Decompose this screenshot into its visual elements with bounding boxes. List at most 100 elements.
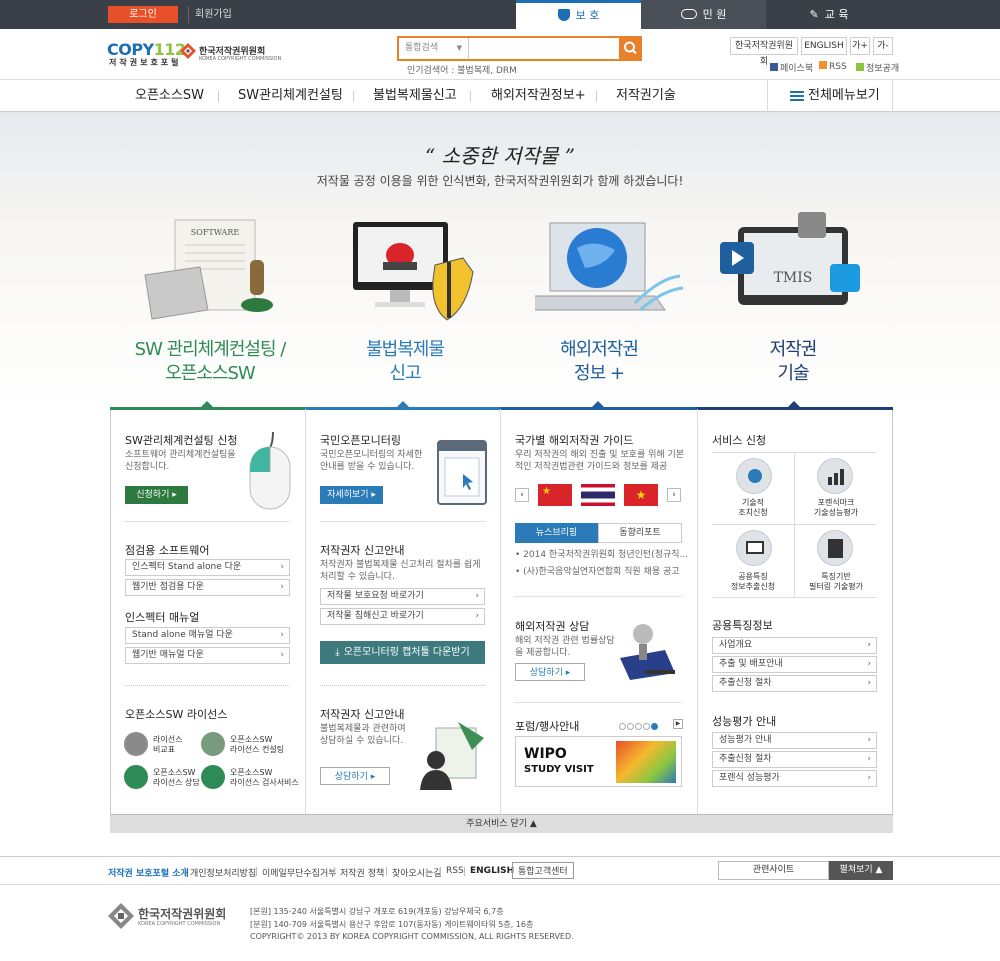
tab-education[interactable]: ✎ 교 육 bbox=[766, 0, 892, 29]
footer-link-english[interactable]: ENGLISH bbox=[470, 866, 514, 876]
license-counsel-icon bbox=[124, 765, 148, 789]
capture-tool-download-button[interactable]: ⤓ 오픈모니터링 캡처툴 다운받기 bbox=[320, 641, 485, 664]
footer-separator bbox=[256, 867, 257, 876]
nav-item-opensource[interactable]: 오픈소스SW bbox=[135, 80, 204, 112]
forensic-evaluation-link[interactable]: 포렌식마크 기술성능평가 bbox=[795, 498, 877, 518]
pager-dot[interactable] bbox=[619, 723, 626, 730]
feature-extract-link[interactable]: 공용특징 정보추출신청 bbox=[712, 572, 794, 592]
standalone-manual-download[interactable]: Stand alone 매뉴얼 다운 bbox=[125, 627, 290, 644]
footer-link-rss[interactable]: RSS bbox=[446, 866, 464, 876]
category-overseas-line2: 정보 + bbox=[574, 363, 625, 384]
report-counsel-button[interactable]: 상담하기 ▸ bbox=[320, 767, 390, 785]
inspector-standalone-download[interactable]: 인스펙터 Stand alone 다운 bbox=[125, 559, 290, 576]
flag-thailand[interactable] bbox=[581, 484, 615, 506]
evaluation-guide-link[interactable]: 성능평가 안내 bbox=[712, 732, 877, 749]
tab-trend-report[interactable]: 동향리포트 bbox=[598, 523, 682, 543]
forum-play-button[interactable]: ▶ bbox=[673, 719, 683, 729]
business-overview-link[interactable]: 사업개요 bbox=[712, 637, 877, 654]
license-consulting-link[interactable]: 오픈소스SW 라이선스 컨설팅 bbox=[230, 735, 284, 755]
kcc-logo-icon bbox=[180, 43, 196, 59]
footer-org-english: KOREA COPYRIGHT COMMISSION bbox=[138, 921, 221, 927]
pager-dot[interactable] bbox=[627, 723, 634, 730]
flag-next-button[interactable]: › bbox=[667, 488, 681, 502]
report-guide-desc-line1: 저작권자 불법복제물 신고처리 절차를 쉽게 bbox=[320, 560, 481, 570]
search-icon bbox=[624, 41, 637, 55]
footer-link-email-refusal[interactable]: 이메일무단수집거부 bbox=[262, 866, 337, 879]
font-decrease-button[interactable]: 가- bbox=[873, 37, 893, 55]
shield-icon bbox=[557, 9, 570, 21]
laptop-globe-illustration bbox=[535, 222, 684, 312]
category-overseas[interactable]: 해외저작권 정보 + bbox=[499, 338, 699, 386]
footer-link-about[interactable]: 저작권 보호포털 소개 bbox=[108, 866, 189, 879]
footer-link-privacy[interactable]: 개인정보처리방침 bbox=[190, 866, 256, 879]
rss-link[interactable]: RSS bbox=[819, 61, 847, 72]
flag-china[interactable]: ★ bbox=[538, 484, 572, 506]
software-doc-label: SOFTWARE bbox=[191, 228, 240, 237]
wipo-banner[interactable]: WIPO STUDY VISIT bbox=[515, 736, 682, 787]
star-icon: ★ bbox=[635, 488, 647, 502]
facebook-link[interactable]: 페이스북 bbox=[770, 61, 813, 74]
category-sw-consulting[interactable]: SW 관리체계컨설팅 / 오픈소스SW bbox=[110, 338, 310, 386]
extract-distribution-link[interactable]: 추출 및 배포안내 bbox=[712, 656, 877, 673]
related-sites-open-button[interactable]: 펼쳐보기 ▲ bbox=[829, 861, 893, 880]
category-illegal-report[interactable]: 불법복제물 신고 bbox=[305, 338, 505, 386]
related-sites-select[interactable]: 관련사이트 bbox=[718, 861, 829, 880]
sw-apply-button[interactable]: 신청하기 ▸ bbox=[125, 486, 188, 504]
service-1-line2: 조치신청 bbox=[738, 508, 768, 517]
sw-apply-desc-line2: 신청합니다. bbox=[125, 462, 170, 472]
overseas-consult-button[interactable]: 상담하기 ▸ bbox=[515, 663, 585, 681]
pager-dot-active[interactable] bbox=[651, 723, 658, 730]
pager-dot[interactable] bbox=[635, 723, 642, 730]
nav-item-overseas[interactable]: 해외저작권정보+ bbox=[491, 80, 586, 112]
search-scope-select[interactable]: 통합검색 ▼ bbox=[399, 38, 469, 59]
tab-education-label: 교 육 bbox=[824, 8, 849, 21]
search-input[interactable] bbox=[470, 38, 618, 59]
nav-item-illegal-report[interactable]: 불법복제물신고 bbox=[373, 80, 457, 112]
tab-protection[interactable]: 보 호 bbox=[516, 0, 641, 29]
news-item[interactable]: • 2014 한국저작권위원회 청년인턴(정규직... bbox=[515, 549, 688, 561]
tab-civil[interactable]: 민 원 bbox=[641, 0, 766, 29]
footer-separator bbox=[386, 867, 387, 876]
infringement-report-link[interactable]: 저작물 침해신고 바로가기 bbox=[320, 608, 485, 625]
panel-accent-green bbox=[110, 407, 305, 410]
all-menu-button[interactable]: 전체메뉴보기 bbox=[767, 80, 893, 112]
news-item[interactable]: • (사)한국음악실연자연합회 직원 채용 공고 bbox=[515, 566, 680, 578]
join-link[interactable]: 회원가입 bbox=[188, 6, 232, 23]
nav-item-technology[interactable]: 저작권기술 bbox=[616, 80, 676, 112]
web-manual-download[interactable]: 웹기반 매뉴얼 다운 bbox=[125, 647, 290, 664]
popular-keywords[interactable]: 인기검색어 : 불법복제, DRM bbox=[407, 63, 517, 76]
flag-prev-button[interactable]: ‹ bbox=[515, 488, 529, 502]
login-button[interactable]: 로그인 bbox=[108, 6, 178, 23]
extract-procedure-link[interactable]: 추출신청 절차 bbox=[712, 675, 877, 692]
kcc-english-name: KOREA COPYRIGHT COMMISSION bbox=[199, 56, 282, 62]
service-2-line1: 포렌식마크 bbox=[817, 498, 855, 507]
logo-subtitle: 저작권보호포털 bbox=[109, 58, 182, 67]
font-increase-button[interactable]: 가+ bbox=[850, 37, 870, 55]
footer-customer-center-button[interactable]: 통합고객센터 bbox=[512, 862, 574, 879]
license-compare-link[interactable]: 라이선스 비교표 bbox=[153, 735, 182, 755]
technical-measure-link[interactable]: 기술적 조치신청 bbox=[712, 498, 794, 518]
web-checker-download[interactable]: 웹기반 점검용 다운 bbox=[125, 579, 290, 596]
open-info-link[interactable]: 정보공개 bbox=[856, 61, 899, 74]
flag-vietnam[interactable]: ★ bbox=[624, 484, 658, 506]
pager-dot[interactable] bbox=[643, 723, 650, 730]
search-button[interactable] bbox=[619, 36, 642, 61]
panel-close-button[interactable]: 주요서비스 닫기 ▲ bbox=[110, 814, 893, 833]
nav-item-sw-consulting[interactable]: SW관리체계컨설팅 bbox=[238, 80, 343, 112]
feature-extract-icon bbox=[736, 530, 772, 566]
footer-link-directions[interactable]: 찾아오시는길 bbox=[392, 866, 442, 879]
license-inspection-link[interactable]: 오픈소스SW 라이선스 검사서비스 bbox=[230, 768, 299, 788]
license-counsel-link[interactable]: 오픈소스SW 라이선스 상담 bbox=[153, 768, 200, 788]
english-button[interactable]: ENGLISH bbox=[801, 37, 847, 55]
report-counsel-desc-line2: 상담하실 수 있습니다. bbox=[320, 736, 404, 746]
tab-news-briefing[interactable]: 뉴스브리핑 bbox=[515, 523, 598, 543]
filtering-evaluation-link[interactable]: 특징기반 필터링 기술평가 bbox=[795, 572, 877, 592]
protection-request-link[interactable]: 저작물 보호요청 바로가기 bbox=[320, 588, 485, 605]
kcc-site-button[interactable]: 한국저작권위원회 bbox=[730, 37, 798, 67]
evaluation-extract-procedure-link[interactable]: 추출신청 절차 bbox=[712, 751, 877, 768]
open-monitoring-desc-line1: 국민오픈모니터링의 자세한 bbox=[320, 450, 423, 460]
category-technology[interactable]: 저작권 기술 bbox=[693, 338, 893, 386]
forensic-evaluation-guide-link[interactable]: 포렌식 성능평가 bbox=[712, 770, 877, 787]
open-monitoring-detail-button[interactable]: 자세히보기 ▸ bbox=[320, 486, 383, 504]
footer-link-policy[interactable]: 저작권 정책 bbox=[340, 866, 384, 879]
